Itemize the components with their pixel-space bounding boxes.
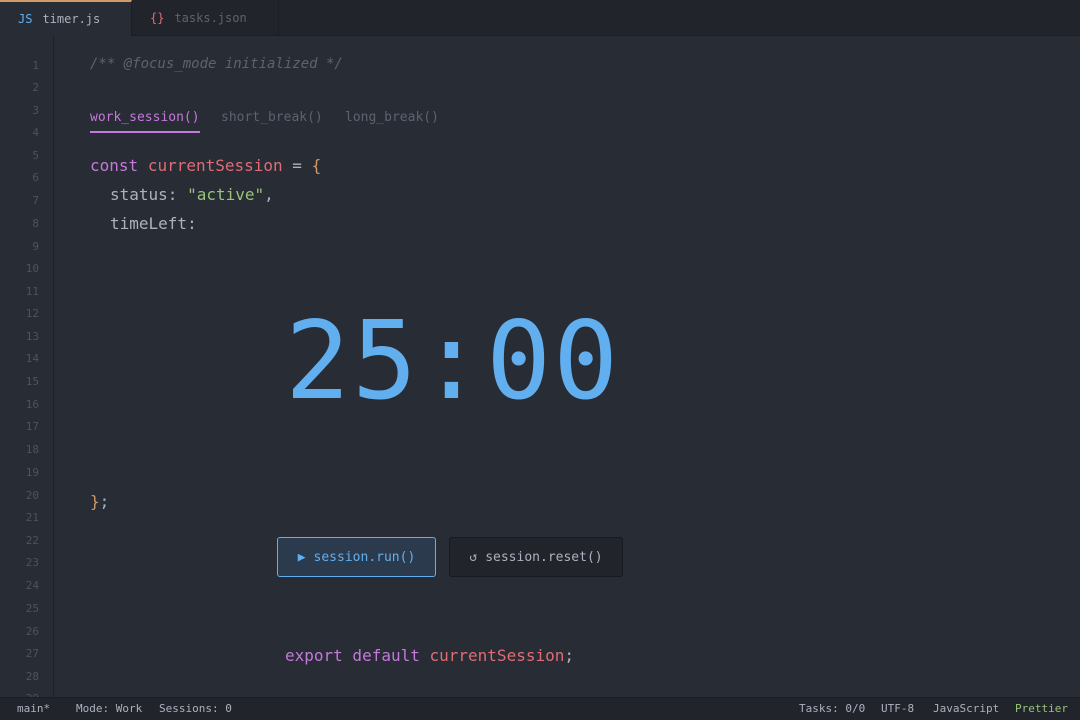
line-number: 9 — [32, 240, 39, 253]
reset-session-button[interactable]: ↺ session.reset() — [449, 537, 623, 577]
line-number: 24 — [25, 579, 39, 592]
timer-display: 25:00 — [285, 299, 621, 424]
encoding-indicator[interactable]: UTF-8 — [881, 698, 914, 720]
language-mode[interactable]: JavaScript — [933, 698, 999, 720]
variable-name: currentSession — [147, 156, 283, 175]
code-line-close: }; — [90, 491, 109, 513]
line-number: 19 — [25, 466, 39, 479]
sessions-counter: Sessions: 0 — [159, 702, 232, 715]
code-line-status: status: "active", — [110, 184, 274, 206]
line-number: 23 — [25, 556, 39, 569]
line-number: 8 — [32, 217, 39, 230]
code-line-const: const currentSession = { — [90, 155, 321, 177]
code-comment: /** @focus_mode initialized */ — [90, 56, 343, 72]
line-number: 20 — [25, 489, 39, 502]
open-brace: { — [311, 156, 322, 175]
export-variable: currentSession — [429, 646, 565, 665]
close-brace: } — [90, 492, 100, 511]
tab-bar: JS timer.js {} tasks.json — [0, 0, 1080, 36]
line-number: 1 — [32, 59, 39, 72]
code-line-export: export default currentSession; — [285, 645, 574, 667]
reset-button-label: session.reset() — [485, 549, 603, 565]
line-number: 28 — [25, 670, 39, 683]
javascript-file-icon: JS — [18, 12, 33, 26]
line-number: 17 — [25, 420, 39, 433]
line-number-gutter: 1 2 3 4 5 6 7 8 9 10 11 12 13 14 15 16 1… — [0, 36, 54, 697]
line-number: 5 — [32, 149, 39, 162]
line-number: 13 — [25, 330, 39, 343]
line-number: 27 — [25, 647, 39, 660]
line-number: 26 — [25, 625, 39, 638]
tasks-counter: Tasks: 0/0 — [799, 702, 866, 715]
line-number: 7 — [32, 194, 39, 207]
play-icon: ▶ — [297, 549, 306, 565]
tab-label: timer.js — [42, 12, 101, 26]
line-number: 11 — [25, 285, 39, 298]
tab-timer-js[interactable]: JS timer.js — [0, 0, 132, 36]
line-number: 16 — [25, 398, 39, 411]
line-number: 6 — [32, 171, 39, 184]
json-file-icon: {} — [150, 11, 165, 25]
assign-operator: = — [282, 156, 312, 175]
code-editor-window: JS timer.js {} tasks.json 1 2 3 4 5 6 7 … — [0, 0, 1080, 720]
line-number: 14 — [25, 352, 39, 365]
tab-work-session[interactable]: work_session() — [90, 108, 200, 133]
line-number: 22 — [25, 534, 39, 547]
run-button-label: session.run() — [313, 549, 416, 565]
keyword-export-default: export default — [285, 646, 420, 665]
reset-icon: ↺ — [469, 549, 478, 565]
line-number: 21 — [25, 511, 39, 524]
keyword-const: const — [90, 156, 139, 175]
branch-name: main* — [17, 702, 51, 715]
tab-label: tasks.json — [174, 11, 247, 25]
line-number: 18 — [25, 443, 39, 456]
semicolon: ; — [99, 492, 110, 511]
run-session-button[interactable]: ▶ session.run() — [277, 537, 436, 577]
tab-short-break[interactable]: short_break() — [221, 108, 323, 128]
tab-long-break[interactable]: long_break() — [345, 108, 439, 128]
status-key: status: — [110, 185, 188, 204]
mode-indicator: Mode: Work — [76, 702, 143, 715]
line-number: 15 — [25, 375, 39, 388]
line-number: 12 — [25, 307, 39, 320]
timeleft-key: timeLeft: — [110, 214, 197, 233]
formatter-indicator[interactable]: Prettier — [1015, 698, 1068, 720]
code-line-timeleft: timeLeft: — [110, 213, 197, 235]
branch-indicator[interactable]: main* — [13, 698, 50, 720]
line-number: 3 — [32, 104, 39, 117]
line-number: 25 — [25, 602, 39, 615]
line-number: 4 — [32, 126, 39, 139]
status-bar: main* Mode: Work Sessions: 0 Tasks: 0/0 … — [0, 697, 1080, 720]
status-value: "active" — [187, 185, 265, 204]
line-number: 10 — [25, 262, 39, 275]
status-comma: , — [264, 185, 274, 204]
line-number: 2 — [32, 81, 39, 94]
export-semicolon: ; — [564, 646, 574, 665]
tab-tasks-json[interactable]: {} tasks.json — [132, 0, 279, 36]
